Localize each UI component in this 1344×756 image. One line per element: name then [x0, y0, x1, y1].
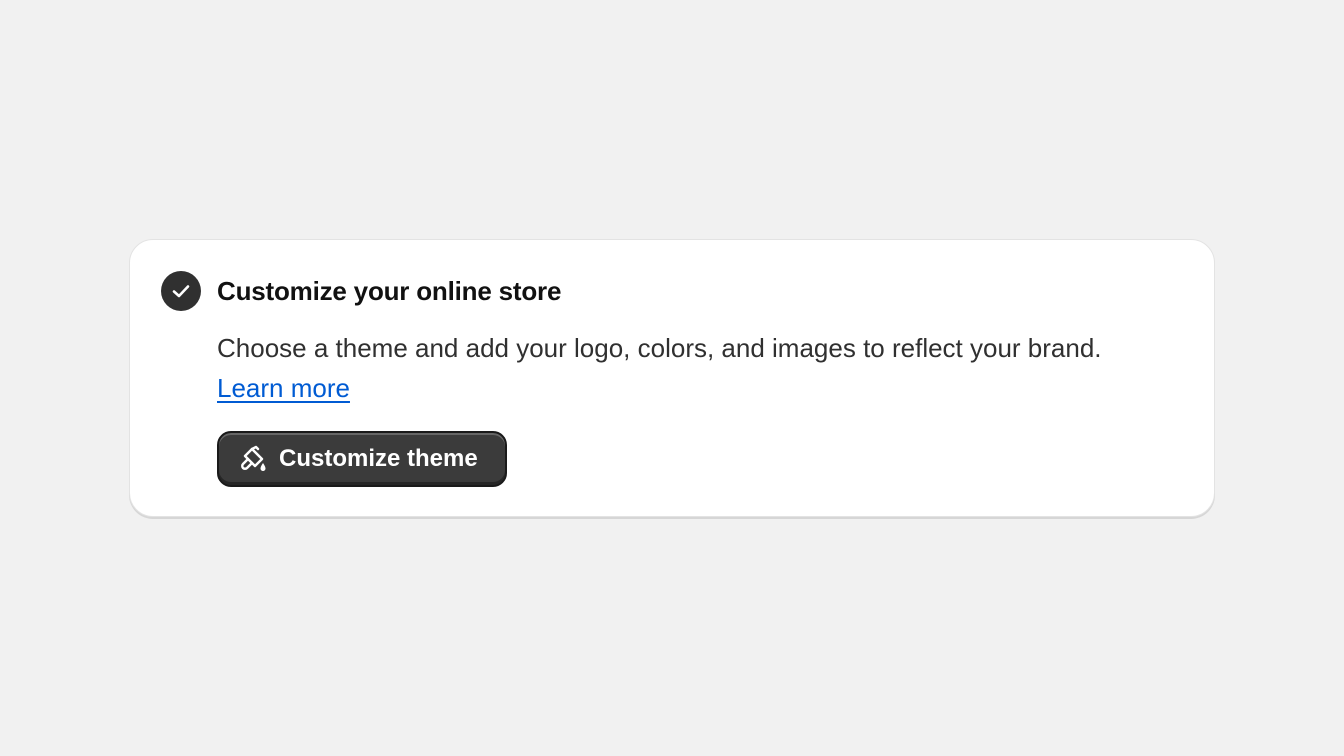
- customize-theme-label: Customize theme: [279, 445, 478, 472]
- customize-theme-button[interactable]: Customize theme: [217, 431, 507, 487]
- task-description: Choose a theme and add your logo, colors…: [217, 328, 1117, 408]
- learn-more-link[interactable]: Learn more: [217, 373, 350, 403]
- task-title: Customize your online store: [217, 276, 562, 306]
- task-description-text: Choose a theme and add your logo, colors…: [217, 333, 1102, 363]
- check-circle-icon: [161, 271, 201, 311]
- setup-task-card: Customize your online store Choose a the…: [129, 239, 1215, 517]
- page: Customize your online store Choose a the…: [0, 0, 1344, 756]
- paint-brush-icon: [239, 444, 269, 474]
